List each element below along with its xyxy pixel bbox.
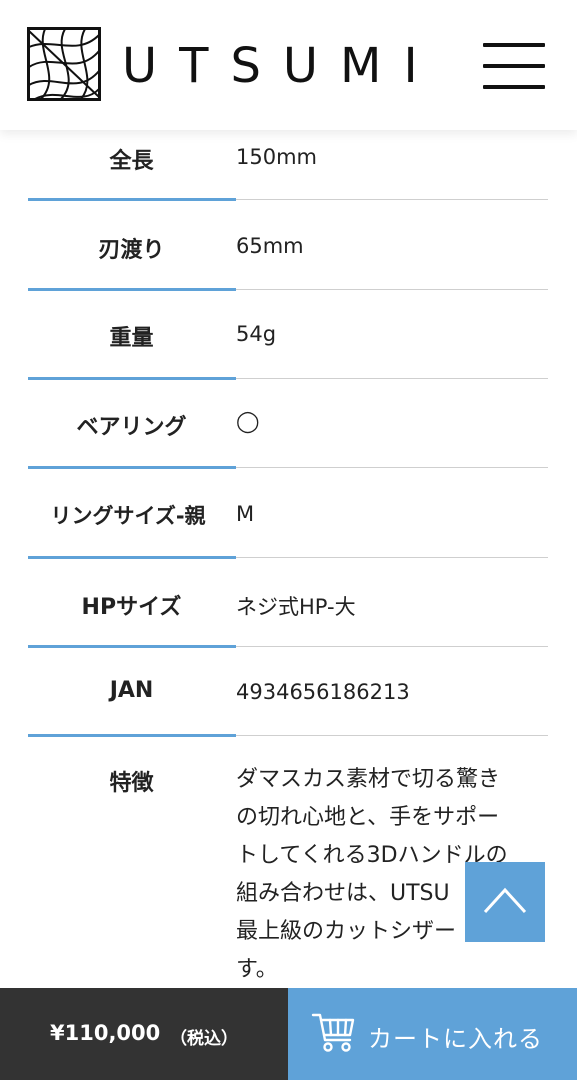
brand-logo-text[interactable]: UTSUMI — [122, 38, 440, 94]
spec-label: JAN — [109, 678, 154, 703]
spec-row-bearing: ベアリング ◯ — [0, 378, 577, 469]
spec-value: ◯ — [236, 409, 260, 433]
purchase-bar: ¥110,000 （税込） カートに入れる — [0, 988, 577, 1080]
spec-label: ベアリング — [76, 415, 187, 440]
spec-value: 65mm — [236, 234, 304, 258]
menu-bar — [483, 64, 545, 68]
spec-value: 150mm — [236, 145, 317, 169]
spec-value: ネジ式HP-大 — [236, 595, 356, 619]
spec-label: 全長 — [109, 149, 154, 174]
spec-row-weight: 重量 54g — [0, 289, 577, 380]
spec-label: リングサイズ-親 — [50, 504, 206, 528]
spec-label: 刃渡り — [98, 238, 165, 263]
hamburger-menu-icon[interactable] — [483, 43, 545, 89]
tax-label: （税込） — [170, 1029, 238, 1049]
spec-label: 特徴 — [109, 771, 154, 796]
woven-square-logo-icon[interactable] — [27, 27, 101, 101]
add-to-cart-button[interactable]: カートに入れる — [288, 988, 577, 1080]
price-value: ¥110,000 — [50, 1021, 161, 1045]
spec-row-blade-length: 刃渡り 65mm — [0, 200, 577, 291]
menu-bar — [483, 43, 545, 47]
spec-row-ring-size: リングサイズ-親 M — [0, 467, 577, 559]
add-to-cart-label: カートに入れる — [368, 1025, 543, 1053]
menu-bar — [483, 85, 545, 89]
spec-label: 重量 — [109, 326, 154, 351]
chevron-up-icon — [483, 887, 527, 914]
features-line: の切れ心地と、手をサポー — [236, 805, 500, 830]
features-line: ダマスカス素材で切る驚き — [236, 767, 501, 792]
spec-label: HPサイズ — [81, 595, 182, 620]
site-header: UTSUMI — [0, 0, 577, 130]
cart-icon — [311, 1013, 355, 1052]
spec-value: 54g — [236, 322, 277, 346]
spec-value: 4934656186213 — [236, 680, 410, 704]
spec-row-jan: JAN 4934656186213 — [0, 646, 577, 737]
price-box: ¥110,000 （税込） — [0, 988, 288, 1080]
back-to-top-button[interactable] — [465, 862, 545, 942]
features-line: す。 — [236, 957, 278, 982]
spec-row-hp-size: HPサイズ ネジ式HP-大 — [0, 557, 577, 648]
spec-row-length: 全長 150mm — [0, 130, 577, 201]
spec-value: M — [236, 502, 255, 526]
